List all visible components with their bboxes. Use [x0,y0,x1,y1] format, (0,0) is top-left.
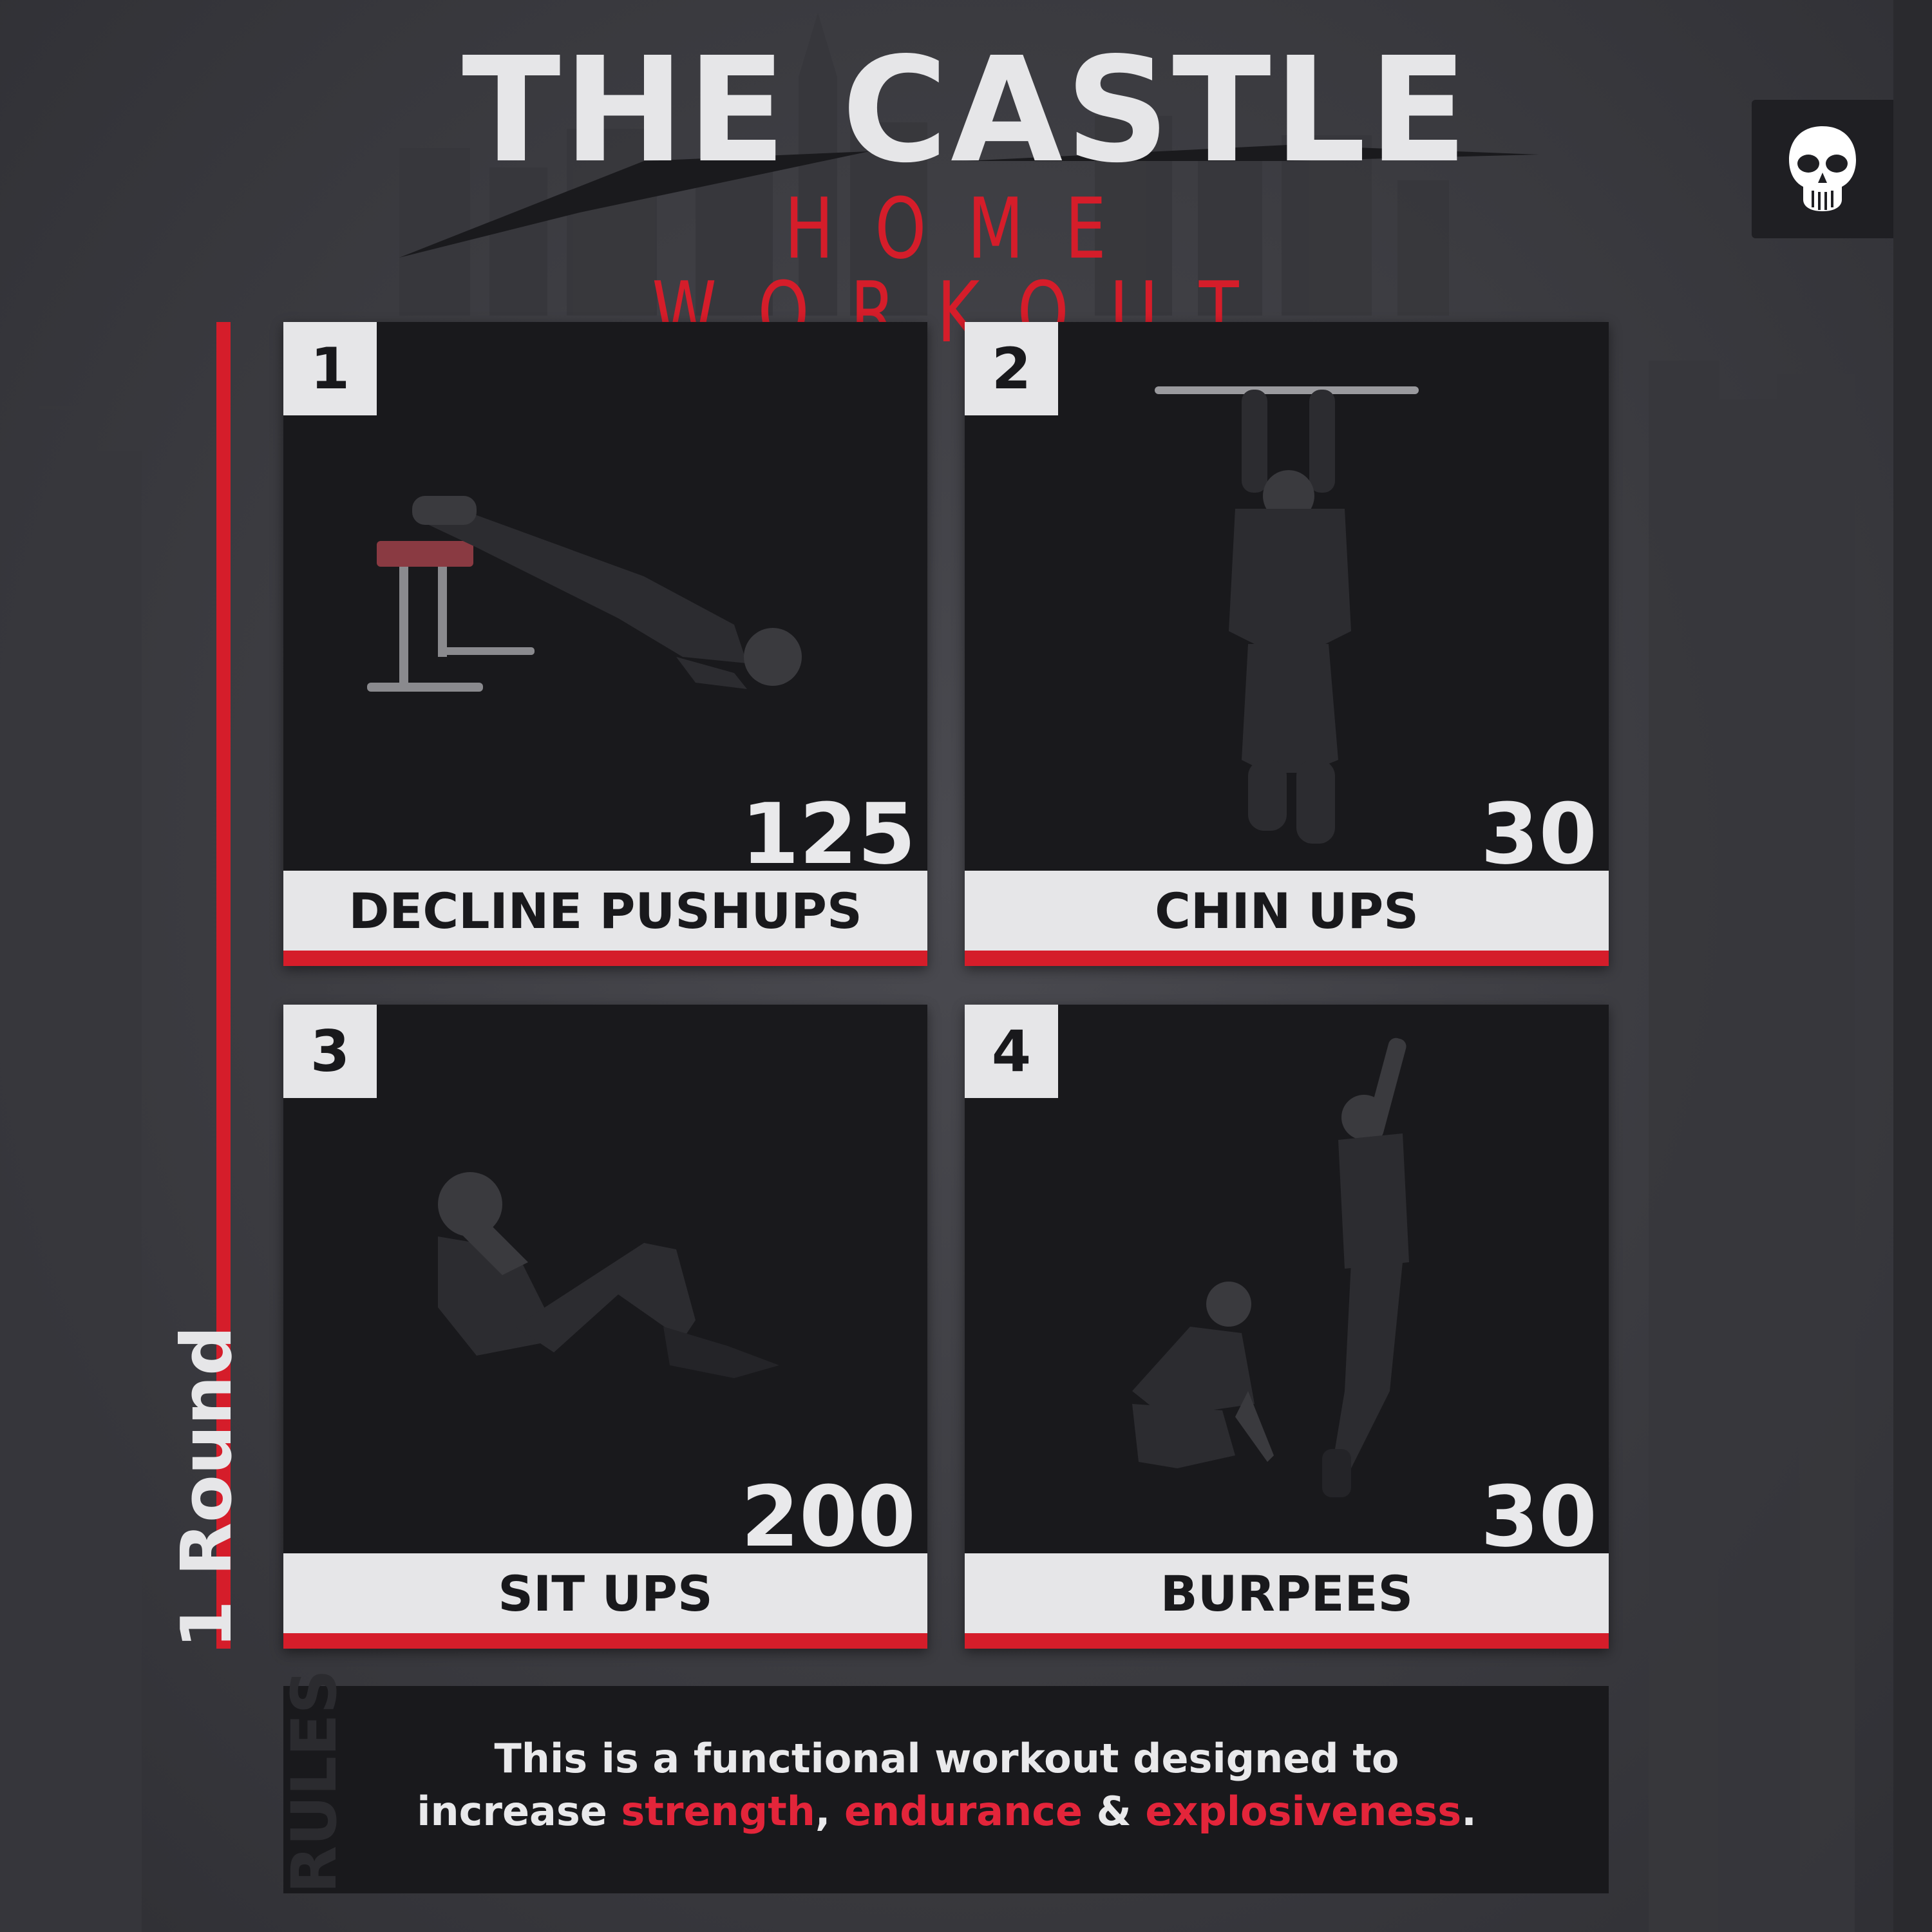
exercise-reps: 125 [741,785,916,883]
highlight-explosiveness: explosiveness [1145,1788,1462,1835]
round-label: 1 Round [167,1325,247,1649]
rules-separator: , [815,1788,844,1835]
exercise-reps: 30 [1481,1468,1597,1566]
brand-tab [1752,100,1893,238]
rules-line-2-prefix: increase [417,1788,621,1835]
exercise-name: DECLINE PUSHUPS [283,871,927,951]
exercise-number: 2 [965,322,1058,415]
right-edge-rail [1893,0,1932,1932]
card-accent-strip [283,1633,927,1649]
exercise-number: 1 [283,322,377,415]
rules-text: This is a functional workout designed to… [361,1732,1533,1838]
rules-separator: & [1083,1788,1146,1835]
rules-line-1: This is a functional workout designed to [494,1735,1399,1782]
exercise-card-3: 3 200 SIT UPS [283,1005,927,1649]
exercise-reps: 30 [1481,785,1597,883]
exercise-reps: 200 [741,1468,916,1566]
card-accent-strip [283,951,927,966]
card-accent-strip [965,951,1609,966]
rules-suffix: . [1461,1788,1477,1835]
exercise-name: SIT UPS [283,1553,927,1633]
highlight-strength: strength [621,1788,815,1835]
page-title: THE CASTLE [462,26,1470,195]
exercise-name: CHIN UPS [965,871,1609,951]
rules-line-2: increase strength, endurance & explosive… [361,1785,1533,1838]
exercise-card-1: 1 125 DECLINE PUSHUPS [283,322,927,966]
exercise-name: BURPEES [965,1553,1609,1633]
rules-label: RULES [278,1669,350,1893]
skull-icon [1789,126,1856,211]
card-accent-strip [965,1633,1609,1649]
exercise-number: 3 [283,1005,377,1098]
exercise-number: 4 [965,1005,1058,1098]
highlight-endurance: endurance [844,1788,1083,1835]
exercise-card-2: 2 30 CHIN UPS [965,322,1609,966]
exercise-card-4: 4 30 BURPEES [965,1005,1609,1649]
